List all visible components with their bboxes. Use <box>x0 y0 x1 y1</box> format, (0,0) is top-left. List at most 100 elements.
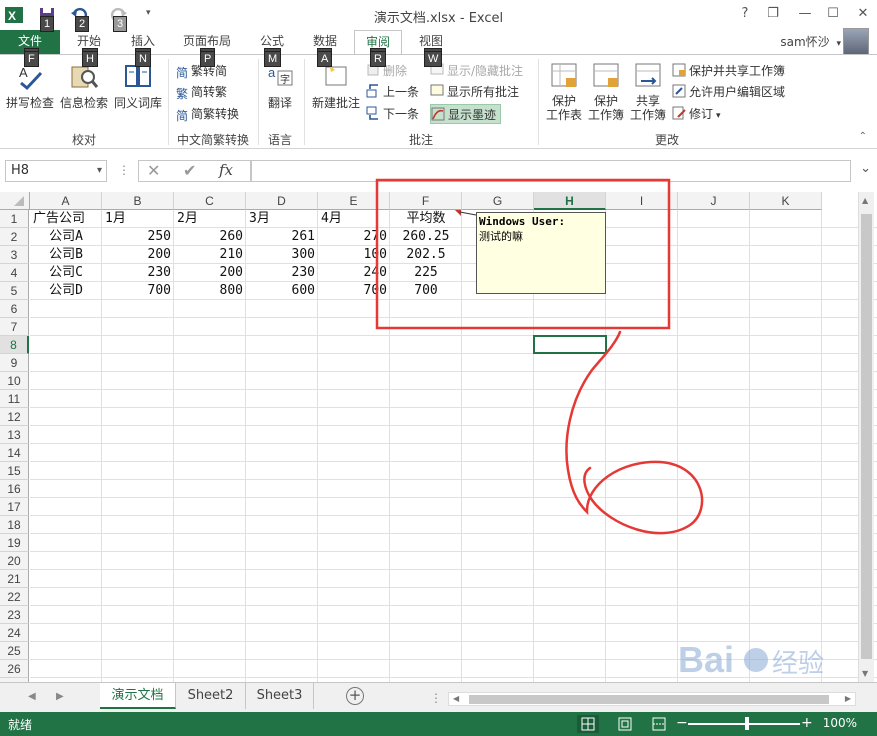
protect-sheet-label-1: 保护 <box>551 94 576 108</box>
group-label-chinese: 中文简繁转换 <box>176 133 249 147</box>
keytip-delete: R <box>370 51 386 67</box>
protect-workbook-button[interactable]: 保护 工作簿 <box>586 61 626 122</box>
share-workbook-button[interactable]: 共享 工作簿 <box>628 61 668 122</box>
avatar[interactable] <box>843 28 869 56</box>
page-layout-view-icon[interactable] <box>614 715 636 733</box>
zoom-slider-thumb[interactable] <box>745 717 749 730</box>
show-ink-button[interactable]: 显示墨迹 <box>430 104 502 124</box>
zoom-slider[interactable] <box>688 723 800 725</box>
zoom-level[interactable]: 100% <box>823 716 857 730</box>
research-button[interactable]: 信息检索 <box>58 61 110 111</box>
new-comment-label: 新建批注 <box>311 96 360 110</box>
show-all-comments-label: 显示所有批注 <box>447 85 520 99</box>
convert-icon: 简 <box>176 109 189 123</box>
protect-sheet-label-2: 工作表 <box>545 108 582 122</box>
keytip-redo: 3 <box>113 16 128 32</box>
protect-workbook-label-2: 工作簿 <box>587 108 624 122</box>
comment-author: Windows User: <box>479 215 566 228</box>
horizontal-scroll-thumb[interactable] <box>469 695 829 704</box>
thesaurus-label: 同义词库 <box>113 96 162 110</box>
show-hide-comment-label: 显示/隐藏批注 <box>447 64 524 78</box>
name-box[interactable]: H8 ▾ <box>5 160 107 182</box>
sheet-next-icon[interactable]: ▶ <box>56 691 64 702</box>
page-break-view-icon[interactable] <box>648 715 670 733</box>
zoom-out-button[interactable]: − <box>676 715 688 731</box>
add-sheet-button[interactable]: + <box>346 687 364 705</box>
maximize-button[interactable]: ☐ <box>822 5 844 23</box>
spelling-label: 拼写检查 <box>5 96 54 110</box>
confirm-entry-icon[interactable]: ✔ <box>183 161 196 180</box>
previous-comment-button[interactable]: 上一条 <box>366 82 419 102</box>
keytip-thesaurus: N <box>135 51 151 67</box>
track-changes-label: 修订 <box>689 107 714 121</box>
svg-text:Bai: Bai <box>678 639 734 680</box>
share-workbook-label-2: 工作簿 <box>629 108 666 122</box>
horizontal-scrollbar[interactable]: ◀ ▶ <box>448 692 856 706</box>
keytip-spelling: F <box>24 51 39 67</box>
scroll-left-icon[interactable]: ◀ <box>453 694 459 703</box>
svg-text:经验: 经验 <box>772 649 824 679</box>
scroll-up-icon[interactable]: ▲ <box>862 196 868 205</box>
cancel-entry-icon[interactable]: ✕ <box>147 161 160 180</box>
show-all-comments-button[interactable]: 显示所有批注 <box>430 82 519 102</box>
user-account[interactable]: sam怀沙 ▾ <box>780 33 841 50</box>
protect-share-button[interactable]: 保护并共享工作簿 <box>672 61 785 81</box>
group-label-changes: 更改 <box>654 133 679 147</box>
show-ink-icon <box>431 107 445 121</box>
protect-share-label: 保护并共享工作簿 <box>689 64 786 78</box>
comment-text: 测试的嘛 <box>479 230 523 243</box>
minimize-button[interactable]: — <box>794 5 816 23</box>
comment-leader-line <box>459 211 477 216</box>
keytip-chinese: P <box>200 51 216 67</box>
formula-bar-grip-icon[interactable]: ⋮ <box>118 163 130 177</box>
allow-edit-ranges-button[interactable]: 允许用户编辑区域 <box>672 82 785 102</box>
insert-function-icon[interactable]: fx <box>219 161 233 179</box>
allow-edit-ranges-icon <box>672 84 686 98</box>
sheet-tab-sheet3[interactable]: Sheet3 <box>246 683 314 709</box>
new-comment-button[interactable]: 新建批注 <box>310 61 362 111</box>
zoom-in-button[interactable]: + <box>801 715 813 731</box>
worksheet-grid[interactable]: ABCDEFGHIJK 1 2 3 4 5 6 7 8 9 10 11 12 13 14 15 16 17 18 1… <box>0 192 877 682</box>
vertical-scroll-thumb[interactable] <box>861 214 872 659</box>
title-bar: X 1 2 3 ▾ 演示文档.xlsx - Excel ? ❐ — ☐ ✕ <box>0 0 877 32</box>
to-simplified-icon: 简 <box>176 66 189 80</box>
formula-input[interactable] <box>251 160 851 182</box>
share-workbook-icon <box>635 63 661 87</box>
sheet-prev-icon[interactable]: ◀ <box>28 691 36 702</box>
convert-button[interactable]: 简简繁转换 <box>176 104 239 124</box>
to-traditional-button[interactable]: 繁简转繁 <box>176 82 227 102</box>
keytip-translate: M <box>264 51 282 67</box>
comment-connector <box>459 211 477 216</box>
collapse-ribbon-icon[interactable]: ⌃ <box>859 131 867 142</box>
translate-button[interactable]: a字 翻译 <box>262 61 298 111</box>
group-label-language: 语言 <box>267 133 292 147</box>
show-all-comments-icon <box>430 84 444 98</box>
next-comment-button[interactable]: 下一条 <box>366 104 419 124</box>
sheet-tab-sheet2[interactable]: Sheet2 <box>176 683 246 709</box>
user-name: sam怀沙 <box>780 35 830 49</box>
group-separator <box>304 59 305 145</box>
close-button[interactable]: ✕ <box>852 5 874 23</box>
tab-split-grip-icon[interactable]: ⋮ <box>430 691 442 705</box>
show-hide-comment-button[interactable]: 显示/隐藏批注 <box>430 61 523 81</box>
spelling-button[interactable]: A 拼写检查 <box>4 61 56 111</box>
previous-comment-icon <box>366 84 380 98</box>
keytip-new-comment: A <box>317 51 333 67</box>
scroll-right-icon[interactable]: ▶ <box>845 694 851 703</box>
thesaurus-button[interactable]: 同义词库 <box>112 61 164 111</box>
scroll-down-icon[interactable]: ▼ <box>862 669 868 678</box>
keytip-save: 1 <box>40 16 55 32</box>
track-changes-icon <box>672 106 686 120</box>
sheet-tab-active[interactable]: 演示文档 <box>100 683 176 709</box>
ribbon-display-button[interactable]: ❐ <box>762 5 784 23</box>
expand-formula-bar-icon[interactable]: ⌄ <box>860 161 871 176</box>
protect-sheet-button[interactable]: 保护 工作表 <box>544 61 584 122</box>
comment-box[interactable]: Windows User: 测试的嘛 <box>476 212 606 294</box>
vertical-scrollbar[interactable]: ▲ ▼ <box>858 192 874 682</box>
help-button[interactable]: ? <box>734 5 756 23</box>
name-box-arrow-icon[interactable]: ▾ <box>97 161 102 181</box>
name-box-value: H8 <box>11 163 30 178</box>
protect-sheet-icon <box>551 63 577 87</box>
track-changes-button[interactable]: 修订 ▾ <box>672 104 721 124</box>
normal-view-icon[interactable] <box>577 715 599 733</box>
